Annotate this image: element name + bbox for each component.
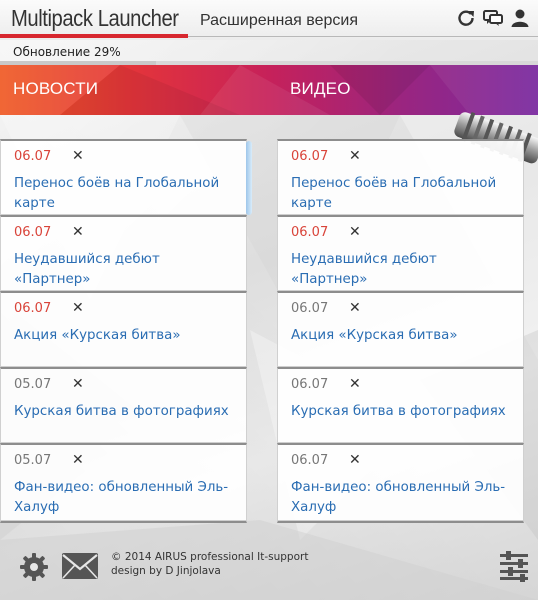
video-item[interactable]: 06.07 ✕ Акция «Курская битва» (277, 291, 524, 367)
news-column: 06.07 ✕ Перенос боёв на Глобальной карте 06… (0, 139, 247, 523)
app-title: Multipack Launcher (11, 5, 179, 31)
news-item[interactable]: 05.07 ✕ Курская битва в фотографиях (0, 367, 247, 443)
chat-icon[interactable] (483, 8, 503, 28)
news-title-link[interactable]: Фан-видео: обновленный Эль-Халуф (14, 478, 240, 518)
tab-video[interactable]: ВИДЕО (290, 79, 351, 99)
video-date: 06.07 (291, 301, 329, 316)
design-credit: design by D Jinjolava (111, 565, 221, 577)
mail-icon[interactable] (60, 550, 100, 582)
video-title-link[interactable]: Курская битва в фотографиях (291, 402, 517, 422)
close-icon[interactable]: ✕ (349, 224, 361, 240)
news-title-link[interactable]: Курская битва в фотографиях (14, 402, 240, 422)
news-item[interactable]: 06.07 ✕ Акция «Курская битва» (0, 291, 247, 367)
video-date: 06.07 (291, 225, 329, 240)
title-accent-line (0, 34, 188, 38)
footer: © 2014 AIRUS professional It-support des… (0, 540, 538, 600)
news-date: 05.07 (14, 377, 52, 392)
news-item[interactable]: 05.07 ✕ Фан-видео: обновленный Эль-Халуф (0, 443, 247, 523)
news-date: 06.07 (14, 225, 52, 240)
tabs-banner: НОВОСТИ ВИДЕО (0, 65, 538, 115)
app-subtitle: Расширенная версия (200, 12, 359, 29)
close-icon[interactable]: ✕ (349, 148, 361, 164)
news-item[interactable]: 06.07 ✕ Неудавшийся дебют «Партнер» (0, 215, 247, 291)
user-icon[interactable] (510, 8, 530, 28)
tab-news[interactable]: НОВОСТИ (13, 79, 98, 99)
video-column: 06.07 ✕ Перенос боёв на Глобальной карте 06… (277, 139, 524, 523)
video-title-link[interactable]: Фан-видео: обновленный Эль-Халуф (291, 478, 517, 518)
video-date: 06.07 (291, 377, 329, 392)
equalizer-icon[interactable] (498, 550, 530, 582)
close-icon[interactable]: ✕ (72, 148, 84, 164)
video-item[interactable]: 06.07 ✕ Перенос боёв на Глобальной карте (277, 139, 524, 215)
close-icon[interactable]: ✕ (72, 376, 84, 392)
video-date: 06.07 (291, 453, 329, 468)
news-date: 06.07 (14, 149, 52, 164)
close-icon[interactable]: ✕ (349, 376, 361, 392)
close-icon[interactable]: ✕ (72, 452, 84, 468)
video-title-link[interactable]: Неудавшийся дебют «Партнер» (291, 250, 517, 290)
copyright: © 2014 AIRUS professional It-support des… (111, 550, 308, 578)
video-item[interactable]: 06.07 ✕ Курская битва в фотографиях (277, 367, 524, 443)
news-scrollbar[interactable] (246, 141, 252, 215)
news-date: 06.07 (14, 301, 52, 316)
copyright-line: © 2014 AIRUS professional It-support (111, 551, 309, 563)
title-divider (188, 36, 538, 37)
video-title-link[interactable]: Акция «Курская битва» (291, 326, 517, 346)
video-item[interactable]: 06.07 ✕ Фан-видео: обновленный Эль-Халуф (277, 443, 524, 523)
title-icons (456, 8, 530, 28)
close-icon[interactable]: ✕ (72, 224, 84, 240)
news-date: 05.07 (14, 453, 52, 468)
gear-icon[interactable] (19, 552, 49, 582)
news-title-link[interactable]: Неудавшийся дебют «Партнер» (14, 250, 240, 290)
news-title-link[interactable]: Акция «Курская битва» (14, 326, 240, 346)
news-item[interactable]: 06.07 ✕ Перенос боёв на Глобальной карте (0, 139, 247, 215)
video-item[interactable]: 06.07 ✕ Неудавшийся дебют «Партнер» (277, 215, 524, 291)
close-icon[interactable]: ✕ (349, 452, 361, 468)
update-status: Обновление 29% (13, 45, 121, 59)
refresh-icon[interactable] (456, 8, 476, 28)
video-date: 06.07 (291, 149, 329, 164)
news-title-link[interactable]: Перенос боёв на Глобальной карте (14, 174, 240, 214)
close-icon[interactable]: ✕ (349, 300, 361, 316)
video-title-link[interactable]: Перенос боёв на Глобальной карте (291, 174, 517, 214)
close-icon[interactable]: ✕ (72, 300, 84, 316)
